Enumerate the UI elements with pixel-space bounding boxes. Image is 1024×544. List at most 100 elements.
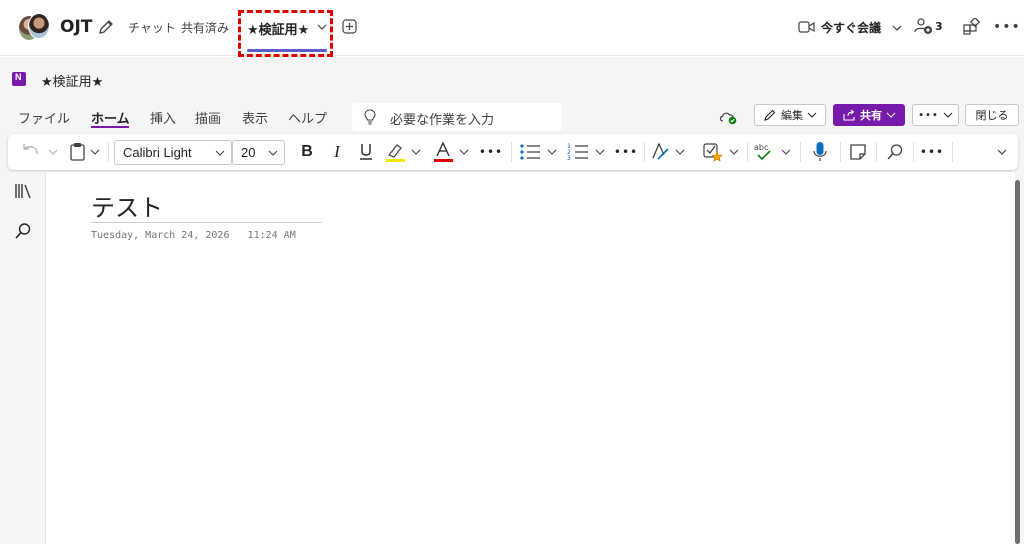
participant-count: 3 (935, 19, 943, 33)
notebook-title: ★検証用★ (41, 75, 104, 90)
page-canvas[interactable]: テスト Tuesday, March 24, 2026 11:24 AM (45, 172, 1015, 544)
bullet-list-icon (520, 144, 557, 160)
participants-button[interactable]: 3 (914, 17, 943, 35)
more-font-options-icon[interactable]: ••• (479, 140, 503, 164)
sticky-note-icon (850, 144, 866, 160)
font-name-select[interactable]: Calibri Light (114, 140, 232, 165)
menu-help[interactable]: ヘルプ (288, 108, 327, 127)
meet-options-chevron-icon[interactable] (892, 23, 902, 33)
todo-tag-icon (703, 143, 739, 162)
pencil-icon (764, 109, 776, 121)
page-time: 11:24 AM (247, 230, 296, 241)
highlighter-icon (386, 144, 421, 162)
cloud-synced-icon[interactable] (718, 109, 738, 125)
page-scrollbar[interactable] (1015, 180, 1020, 544)
close-button[interactable]: 閉じる (965, 104, 1019, 126)
svg-text:abc: abc (754, 143, 768, 152)
page-datetime: Tuesday, March 24, 2026 11:24 AM (91, 230, 296, 241)
menu-draw[interactable]: 描画 (195, 108, 221, 127)
teams-channel-header: OJT チャット 共有済み ★検証用★ 今すぐ会議 3 ••• (0, 0, 1024, 57)
chevron-down-icon (807, 112, 817, 118)
avatar-person-2 (28, 13, 50, 39)
share-label: 共有 (860, 109, 882, 122)
ribbon-separator (876, 142, 877, 162)
ribbon-separator (800, 142, 801, 162)
paste-button[interactable] (68, 140, 104, 164)
add-tab-icon[interactable] (342, 19, 357, 34)
meet-now-label: 今すぐ会議 (821, 20, 882, 35)
highlight-button[interactable] (384, 140, 424, 164)
menu-view[interactable]: 表示 (242, 108, 268, 127)
share-icon (843, 109, 855, 121)
navigation-pane (0, 172, 45, 544)
more-ribbon-options-icon[interactable]: ••• (920, 140, 944, 164)
ribbon-separator (511, 142, 512, 162)
meet-now-button[interactable]: 今すぐ会議 (798, 16, 881, 38)
tab-notebook-label: ★検証用★ (247, 23, 310, 38)
clipboard-icon (70, 143, 100, 161)
ribbon-separator (952, 142, 953, 162)
team-name: OJT (60, 17, 93, 37)
font-size-value: 20 (241, 145, 256, 160)
more-options-icon[interactable]: ••• (993, 19, 1021, 35)
search-icon[interactable] (14, 222, 32, 240)
share-button[interactable]: 共有 (833, 104, 905, 126)
edit-pencil-icon[interactable] (97, 18, 115, 36)
tell-me-search[interactable]: 必要な作業を入力 (352, 103, 562, 131)
team-avatar[interactable] (18, 13, 50, 43)
notebooks-library-icon[interactable] (14, 182, 34, 200)
onenote-logo-icon (12, 72, 26, 86)
apps-icon[interactable] (962, 18, 980, 36)
font-color-button[interactable] (432, 140, 472, 164)
microphone-icon (813, 142, 827, 161)
menu-insert[interactable]: 挿入 (150, 108, 176, 127)
ribbon-separator (644, 142, 645, 162)
more-paragraph-options-icon[interactable]: ••• (614, 140, 638, 164)
undo-button[interactable] (18, 140, 60, 164)
menu-file[interactable]: ファイル (18, 108, 70, 127)
people-icon (914, 18, 932, 34)
tag-button[interactable] (702, 140, 742, 164)
edit-mode-button[interactable]: 編集 (754, 104, 826, 126)
lightbulb-icon (364, 109, 376, 125)
underline-button[interactable] (355, 140, 377, 164)
chevron-down-icon (886, 112, 896, 118)
dictate-button[interactable] (808, 140, 832, 164)
styles-icon (652, 142, 685, 160)
font-size-select[interactable]: 20 (232, 140, 285, 165)
italic-icon[interactable]: I (326, 140, 348, 164)
underline-icon (360, 144, 372, 160)
chevron-down-icon (215, 150, 225, 156)
tab-shared[interactable]: 共有済み (181, 19, 229, 36)
page-title[interactable]: テスト (91, 188, 163, 223)
spelling-button[interactable]: abc (752, 140, 794, 164)
styles-button[interactable] (650, 140, 688, 164)
numbering-button[interactable]: 1 2 3 (566, 140, 608, 164)
close-label: 閉じる (975, 109, 1009, 122)
chevron-down-icon[interactable] (317, 22, 327, 32)
ribbon-separator (913, 142, 914, 162)
undo-icon (23, 144, 58, 155)
menu-active-indicator (91, 126, 129, 128)
bullets-button[interactable] (518, 140, 560, 164)
ribbon-separator (840, 142, 841, 162)
expand-ribbon-button[interactable] (993, 140, 1011, 164)
font-name-value: Calibri Light (123, 145, 192, 160)
font-color-icon (434, 141, 469, 162)
page-date: Tuesday, March 24, 2026 (91, 230, 230, 241)
more-commands-button[interactable]: ••• (912, 104, 959, 126)
ribbon-separator (108, 142, 109, 162)
bold-icon[interactable]: B (296, 140, 318, 164)
chevron-down-icon (943, 112, 953, 118)
find-button[interactable] (883, 140, 907, 164)
numbered-list-icon: 1 2 3 (567, 143, 605, 162)
edit-mode-label: 編集 (781, 109, 803, 122)
menu-home[interactable]: ホーム (91, 108, 130, 127)
sticky-notes-button[interactable] (846, 140, 870, 164)
more-dots-icon: ••• (918, 109, 939, 121)
video-camera-icon (798, 21, 815, 33)
tab-chat[interactable]: チャット (128, 19, 176, 36)
onenote-app: ★検証用★ ファイル ホーム 挿入 描画 表示 ヘルプ 必要な作業を入力 編集 … (0, 57, 1024, 544)
chevron-down-icon (268, 150, 278, 156)
ribbon-separator (747, 142, 748, 162)
